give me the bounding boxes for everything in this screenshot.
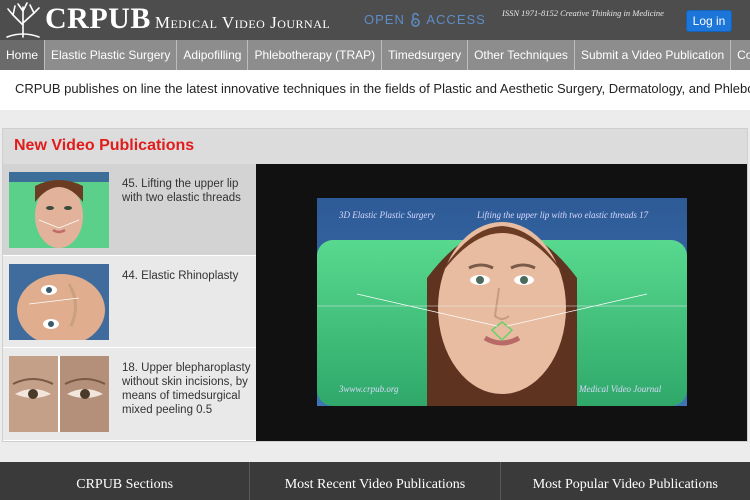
publication-item[interactable]: 44. Elastic Rhinoplasty	[3, 256, 256, 348]
open-access-prefix: OPEN	[364, 12, 405, 27]
video-player[interactable]: 3D Elastic Plastic Surgery Lifting the u…	[256, 164, 747, 441]
footer-crpub-sections[interactable]: CRPUB Sections	[0, 462, 251, 500]
site-header: CRPUB Medical Video Journal OPEN ACCESS I…	[0, 0, 750, 40]
publication-list: 45. Lifting the upper lip with two elast…	[3, 164, 256, 441]
nav-timedsurgery[interactable]: Timedsurgery	[382, 40, 469, 70]
panel-header: New Video Publications	[3, 129, 747, 164]
tree-logo-icon[interactable]	[3, 1, 43, 39]
video-caption-right: Lifting the upper lip with two elastic t…	[477, 210, 649, 220]
video-still	[317, 198, 687, 406]
nav-adipofilling[interactable]: Adipofilling	[177, 40, 249, 70]
logo-sub-text: Medical Video Journal	[154, 13, 331, 32]
nav-home[interactable]: Home	[0, 40, 46, 70]
open-access-suffix: ACCESS	[426, 12, 486, 27]
publication-thumbnail[interactable]	[9, 172, 109, 248]
publication-item[interactable]: 18. Upper blepharoplasty without skin in…	[3, 348, 256, 441]
nav-phlebotherapy[interactable]: Phlebotherapy (TRAP)	[248, 40, 383, 70]
nav-submit-video[interactable]: Submit a Video Publication	[575, 40, 732, 70]
publication-thumbnail[interactable]	[9, 356, 109, 432]
video-caption-bottom-right: Medical Video Journal	[579, 384, 662, 394]
nav-other-techniques[interactable]: Other Techniques	[468, 40, 575, 70]
nav-contact[interactable]: Contact	[731, 40, 750, 70]
main-nav: Home Elastic Plastic Surgery Adipofillin…	[0, 40, 750, 70]
footer-most-recent[interactable]: Most Recent Video Publications	[250, 462, 501, 500]
new-publications-panel: New Video Publications 45. Lifting the u…	[2, 128, 748, 442]
site-tagline: CRPUB publishes on line the latest innov…	[0, 70, 750, 110]
login-button[interactable]: Log in	[686, 10, 732, 32]
open-access-logo: OPEN ACCESS	[364, 12, 486, 27]
site-logo[interactable]: CRPUB Medical Video Journal	[45, 2, 330, 36]
publication-thumbnail[interactable]	[9, 264, 109, 340]
footer-sections: CRPUB Sections Most Recent Video Publica…	[0, 462, 750, 500]
publication-item[interactable]: 45. Lifting the upper lip with two elast…	[3, 164, 256, 256]
publication-title[interactable]: 45. Lifting the upper lip with two elast…	[122, 177, 254, 205]
open-lock-icon	[411, 12, 421, 27]
nav-elastic-plastic-surgery[interactable]: Elastic Plastic Surgery	[45, 40, 178, 70]
issn-text: ISSN 1971-8152 Creative Thinking in Medi…	[502, 8, 664, 18]
video-caption-bottom-left: 3www.crpub.org	[339, 384, 399, 394]
video-caption-left: 3D Elastic Plastic Surgery	[339, 210, 435, 220]
video-frame[interactable]: 3D Elastic Plastic Surgery Lifting the u…	[317, 198, 687, 406]
logo-main-text: CRPUB	[45, 2, 151, 35]
publication-title[interactable]: 18. Upper blepharoplasty without skin in…	[122, 361, 254, 417]
publication-title[interactable]: 44. Elastic Rhinoplasty	[122, 269, 254, 283]
panel-title: New Video Publications	[14, 137, 195, 154]
footer-most-popular[interactable]: Most Popular Video Publications	[501, 462, 750, 500]
